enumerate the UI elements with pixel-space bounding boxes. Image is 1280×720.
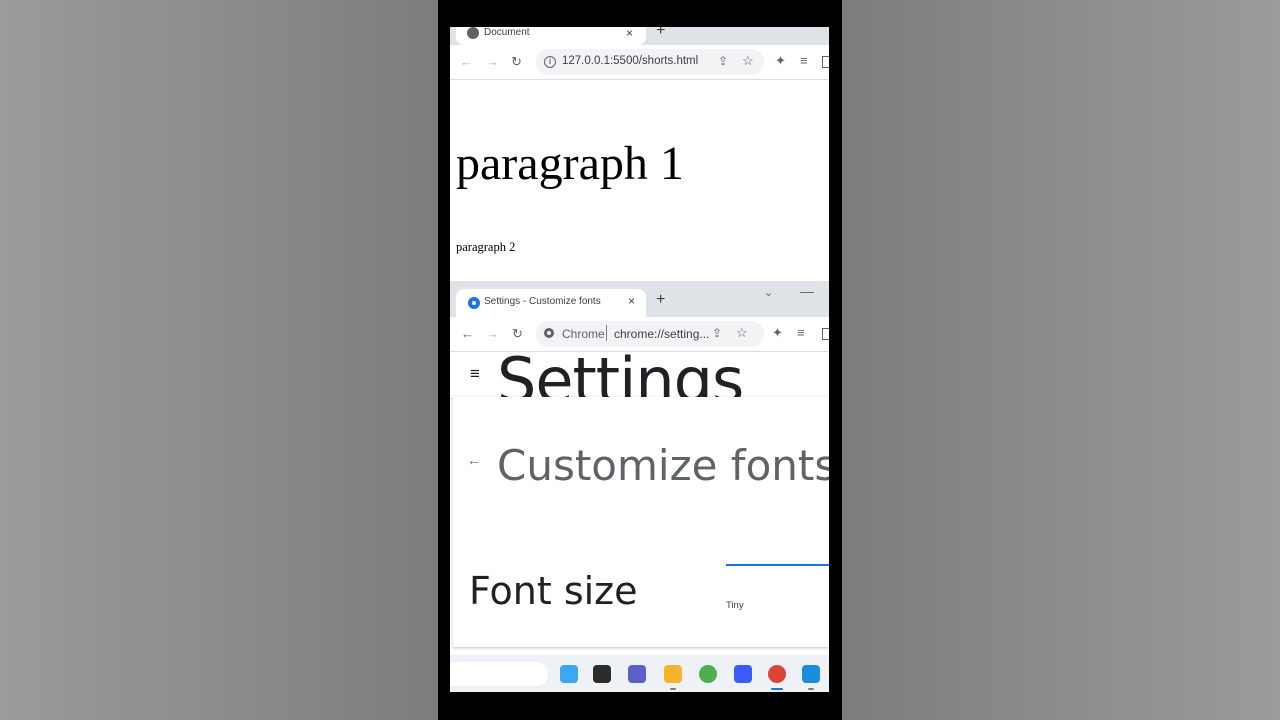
minimize-icon[interactable]: — bbox=[800, 283, 814, 299]
network-app-icon[interactable] bbox=[734, 665, 752, 683]
slider-min-label: Tiny bbox=[726, 600, 744, 611]
address-bar[interactable]: Chrome chrome://setting... ⇪ ☆ bbox=[536, 321, 764, 347]
info-icon[interactable]: i bbox=[544, 56, 556, 68]
tab-title: Settings - Customize fonts bbox=[484, 296, 601, 307]
url-text: chrome://setting... bbox=[614, 327, 710, 341]
share-icon[interactable]: ⇪ bbox=[712, 326, 722, 340]
address-bar[interactable]: i 127.0.0.1:5500/shorts.html ⇪ ☆ bbox=[536, 49, 764, 75]
blurred-background-left bbox=[0, 0, 438, 720]
task-view-icon[interactable] bbox=[593, 665, 611, 683]
back-icon[interactable]: ← bbox=[460, 54, 473, 70]
extensions-icon[interactable]: ✦ bbox=[775, 53, 786, 69]
side-panel-icon[interactable] bbox=[822, 56, 829, 68]
star-icon[interactable]: ☆ bbox=[736, 325, 748, 341]
browser-toolbar: ← → ↻ i 127.0.0.1:5500/shorts.html ⇪ ☆ ✦… bbox=[450, 45, 829, 80]
teams-chat-icon[interactable] bbox=[628, 665, 646, 683]
font-size-slider[interactable] bbox=[726, 564, 829, 566]
vscode-icon[interactable] bbox=[802, 665, 820, 683]
back-arrow-icon[interactable]: ← bbox=[467, 452, 481, 468]
star-icon[interactable]: ☆ bbox=[742, 53, 754, 69]
taskbar-search-box[interactable] bbox=[450, 662, 548, 686]
blurred-background-right bbox=[842, 0, 1280, 720]
running-indicator bbox=[670, 688, 676, 690]
tab-strip-settings: Settings - Customize fonts × + ⌄ — bbox=[450, 281, 829, 317]
running-indicator bbox=[808, 688, 814, 690]
hamburger-menu-icon[interactable]: ≡ bbox=[470, 364, 480, 384]
forward-icon[interactable]: → bbox=[486, 326, 499, 342]
settings-header: ≡ Settings bbox=[450, 352, 829, 399]
gear-icon bbox=[468, 297, 480, 309]
close-icon[interactable]: × bbox=[626, 27, 633, 40]
reload-icon[interactable]: ↻ bbox=[511, 54, 522, 70]
new-tab-button[interactable]: + bbox=[656, 27, 665, 40]
screen-capture: Document × + ← → ↻ i 127.0.0.1:5500/shor… bbox=[450, 27, 829, 692]
tab-settings[interactable]: Settings - Customize fonts × bbox=[456, 289, 646, 317]
settings-window: Settings - Customize fonts × + ⌄ — ← → ↻… bbox=[450, 281, 829, 654]
font-size-label: Font size bbox=[469, 569, 638, 613]
media-control-icon[interactable]: ≡ bbox=[800, 53, 808, 68]
tab-title: Document bbox=[484, 27, 530, 38]
document-page: paragraph 1 paragraph 2 bbox=[450, 80, 829, 282]
back-icon[interactable]: ← bbox=[461, 326, 474, 342]
tab-search-chevron-icon[interactable]: ⌄ bbox=[764, 286, 773, 299]
running-indicator bbox=[771, 688, 783, 690]
close-icon[interactable]: × bbox=[628, 294, 635, 308]
reload-icon[interactable]: ↻ bbox=[512, 326, 523, 342]
chrome-icon bbox=[544, 328, 554, 338]
copilot-icon[interactable] bbox=[560, 665, 578, 683]
tab-strip-document: Document × + bbox=[450, 27, 829, 45]
xbox-icon[interactable] bbox=[699, 665, 717, 683]
forward-icon[interactable]: → bbox=[486, 54, 499, 70]
page-title: Customize fonts bbox=[497, 441, 829, 490]
customize-fonts-card: ← Customize fonts Font size Tiny bbox=[453, 397, 829, 647]
tab-document[interactable]: Document × bbox=[456, 27, 646, 45]
url-text: 127.0.0.1:5500/shorts.html bbox=[562, 55, 699, 67]
chrome-icon[interactable] bbox=[768, 665, 786, 683]
video-frame: Document × + ← → ↻ i 127.0.0.1:5500/shor… bbox=[438, 0, 842, 720]
globe-icon bbox=[467, 27, 479, 39]
file-explorer-icon[interactable] bbox=[664, 665, 682, 683]
windows-taskbar bbox=[450, 655, 829, 692]
browser-toolbar: ← → ↻ Chrome chrome://setting... ⇪ ☆ ✦ ≡ bbox=[450, 317, 829, 352]
paragraph-2: paragraph 2 bbox=[456, 240, 516, 254]
settings-title: Settings bbox=[497, 352, 744, 399]
omnibox-chip: Chrome bbox=[562, 327, 605, 341]
share-icon[interactable]: ⇪ bbox=[718, 54, 728, 68]
extensions-icon[interactable]: ✦ bbox=[772, 325, 783, 341]
paragraph-1: paragraph 1 bbox=[456, 137, 684, 190]
media-control-icon[interactable]: ≡ bbox=[797, 325, 805, 340]
side-panel-icon[interactable] bbox=[822, 328, 829, 340]
new-tab-button[interactable]: + bbox=[656, 291, 665, 309]
omnibox-separator bbox=[606, 325, 607, 341]
